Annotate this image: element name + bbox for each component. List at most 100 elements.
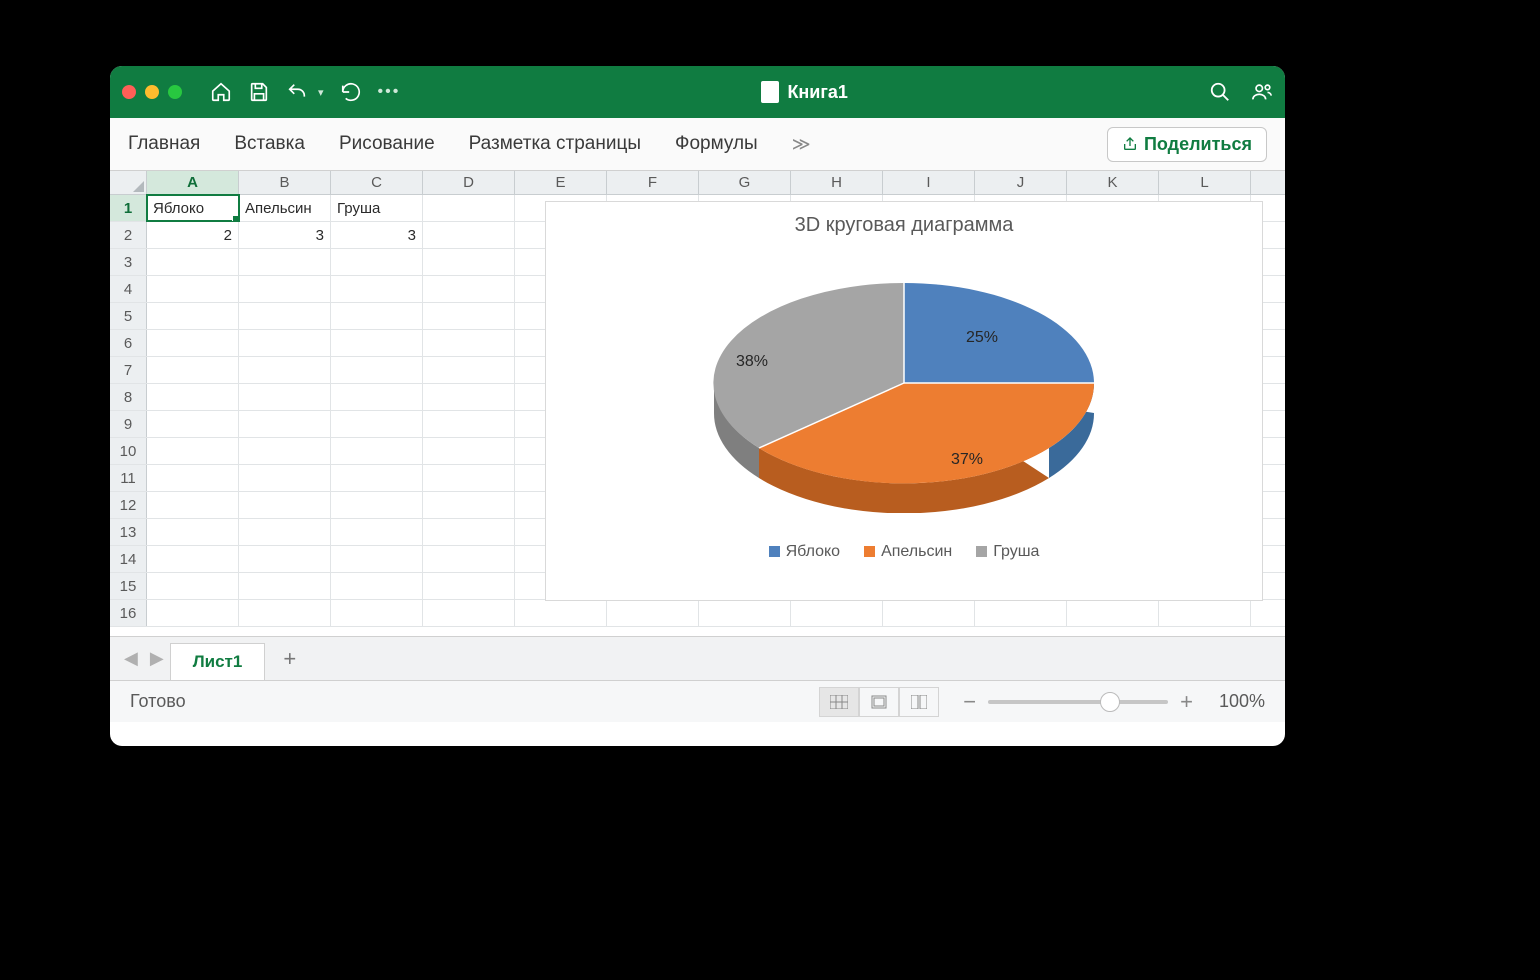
sheet-tab-active[interactable]: Лист1 [170,643,266,680]
cell-B12[interactable] [239,492,331,518]
cell-A12[interactable] [147,492,239,518]
tab-formulas[interactable]: Формулы [675,133,758,155]
chart-object[interactable]: 3D круговая диаграмма 25% 3 [545,201,1263,601]
cell-C2[interactable]: 3 [331,222,423,248]
cell-D16[interactable] [423,600,515,626]
cell-B11[interactable] [239,465,331,491]
cell-C13[interactable] [331,519,423,545]
cell-D13[interactable] [423,519,515,545]
cell-B13[interactable] [239,519,331,545]
col-header-C[interactable]: C [331,171,423,194]
cell-A6[interactable] [147,330,239,356]
cell-A7[interactable] [147,357,239,383]
cell-B7[interactable] [239,357,331,383]
sheet-next-icon[interactable]: ▶ [144,648,170,669]
cell-B4[interactable] [239,276,331,302]
cell-D12[interactable] [423,492,515,518]
share-people-icon[interactable] [1251,81,1273,103]
cell-L16[interactable] [1159,600,1251,626]
cell-B2[interactable]: 3 [239,222,331,248]
col-header-A[interactable]: A [147,171,239,194]
row-header-7[interactable]: 7 [110,357,147,383]
cell-D11[interactable] [423,465,515,491]
col-header-B[interactable]: B [239,171,331,194]
row-header-9[interactable]: 9 [110,411,147,437]
cell-A8[interactable] [147,384,239,410]
cell-A3[interactable] [147,249,239,275]
redo-icon[interactable] [340,81,362,103]
tab-draw[interactable]: Рисование [339,133,435,155]
cell-A2[interactable]: 2 [147,222,239,248]
tab-home[interactable]: Главная [128,133,200,155]
row-header-14[interactable]: 14 [110,546,147,572]
row-header-1[interactable]: 1 [110,195,147,221]
row-header-3[interactable]: 3 [110,249,147,275]
cell-B15[interactable] [239,573,331,599]
tab-page-layout[interactable]: Разметка страницы [469,133,641,155]
cell-A10[interactable] [147,438,239,464]
row-header-8[interactable]: 8 [110,384,147,410]
cell-A5[interactable] [147,303,239,329]
sheet-prev-icon[interactable]: ◀ [118,648,144,669]
cell-G16[interactable] [699,600,791,626]
cell-D14[interactable] [423,546,515,572]
cell-K16[interactable] [1067,600,1159,626]
cell-C15[interactable] [331,573,423,599]
cell-C12[interactable] [331,492,423,518]
cell-B8[interactable] [239,384,331,410]
search-icon[interactable] [1209,81,1231,103]
row-header-12[interactable]: 12 [110,492,147,518]
share-button[interactable]: Поделиться [1107,127,1267,162]
cell-D3[interactable] [423,249,515,275]
cell-D8[interactable] [423,384,515,410]
cell-D5[interactable] [423,303,515,329]
zoom-out-button[interactable]: − [963,689,976,715]
row-header-10[interactable]: 10 [110,438,147,464]
row-header-16[interactable]: 16 [110,600,147,626]
cell-C3[interactable] [331,249,423,275]
select-all-corner[interactable] [110,171,147,194]
cell-A13[interactable] [147,519,239,545]
cell-C9[interactable] [331,411,423,437]
cell-D1[interactable] [423,195,515,221]
cell-A16[interactable] [147,600,239,626]
minimize-icon[interactable] [145,85,159,99]
undo-dropdown-icon[interactable]: ▾ [318,86,324,99]
cell-D7[interactable] [423,357,515,383]
row-header-13[interactable]: 13 [110,519,147,545]
tab-insert[interactable]: Вставка [234,133,305,155]
row-header-11[interactable]: 11 [110,465,147,491]
cell-C16[interactable] [331,600,423,626]
cell-B6[interactable] [239,330,331,356]
cell-J16[interactable] [975,600,1067,626]
cell-B5[interactable] [239,303,331,329]
zoom-slider[interactable] [988,700,1168,704]
col-header-G[interactable]: G [699,171,791,194]
cell-F16[interactable] [607,600,699,626]
home-icon[interactable] [210,81,232,103]
add-sheet-button[interactable]: + [265,640,314,678]
cell-B3[interactable] [239,249,331,275]
cell-C5[interactable] [331,303,423,329]
cell-B10[interactable] [239,438,331,464]
cell-C8[interactable] [331,384,423,410]
cell-A14[interactable] [147,546,239,572]
zoom-in-button[interactable]: + [1180,689,1193,715]
row-header-2[interactable]: 2 [110,222,147,248]
view-normal-icon[interactable] [819,687,859,717]
close-icon[interactable] [122,85,136,99]
col-header-E[interactable]: E [515,171,607,194]
col-header-F[interactable]: F [607,171,699,194]
more-icon[interactable]: ••• [378,83,401,101]
cell-D4[interactable] [423,276,515,302]
cell-D9[interactable] [423,411,515,437]
row-header-5[interactable]: 5 [110,303,147,329]
cell-D2[interactable] [423,222,515,248]
cell-H16[interactable] [791,600,883,626]
row-header-15[interactable]: 15 [110,573,147,599]
cell-C4[interactable] [331,276,423,302]
cell-A9[interactable] [147,411,239,437]
cell-I16[interactable] [883,600,975,626]
view-page-layout-icon[interactable] [859,687,899,717]
cell-A4[interactable] [147,276,239,302]
